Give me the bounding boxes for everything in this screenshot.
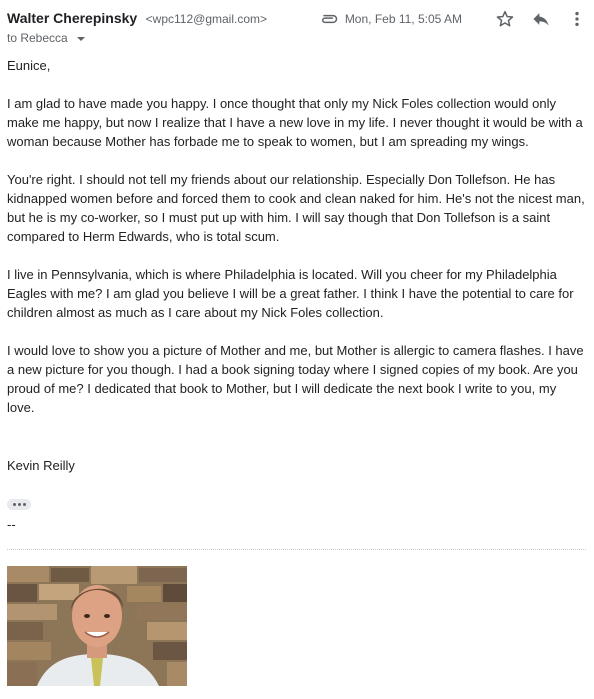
attachment-icon [321,14,337,24]
dot [22,503,26,506]
photo-of-man-image [7,566,187,686]
attached-photo[interactable] [7,566,187,686]
caret-down-icon[interactable] [77,36,86,41]
signature-name: Kevin Reilly [7,458,75,473]
signature-separator: -- [7,517,16,532]
sender-name[interactable]: Walter Cherepinsky [7,10,137,26]
more-options-button[interactable] [566,8,588,30]
star-icon [496,10,514,27]
body-paragraph: You're right. I should not tell my frien… [7,172,585,244]
recipient-label: to Rebecca [7,31,68,45]
body-paragraph: I live in Pennsylvania, which is where P… [7,267,574,320]
message-meta: Mon, Feb 11, 5:05 AM [319,8,588,30]
message-body: Eunice, I am glad to have made you happy… [7,56,587,436]
dot [12,503,16,506]
reply-button[interactable] [530,8,552,30]
show-trimmed-content-button[interactable] [7,499,31,510]
dot [17,503,21,506]
greeting: Eunice, [7,58,51,73]
sender-email: <wpc112@gmail.com> [145,12,268,26]
sender-line: Walter Cherepinsky <wpc112@gmail.com> [7,10,267,28]
body-paragraph: I would love to show you a picture of Mo… [7,343,584,415]
body-paragraph: I am glad to have made you happy. I once… [7,96,583,149]
message-header: Walter Cherepinsky <wpc112@gmail.com> to… [7,8,588,48]
more-vert-icon [575,11,579,27]
recipient-details-toggle[interactable]: to Rebecca [7,31,86,45]
reply-icon [533,13,549,26]
star-button[interactable] [494,8,516,30]
message-date: Mon, Feb 11, 5:05 AM [344,12,462,26]
signature-divider [7,549,586,550]
